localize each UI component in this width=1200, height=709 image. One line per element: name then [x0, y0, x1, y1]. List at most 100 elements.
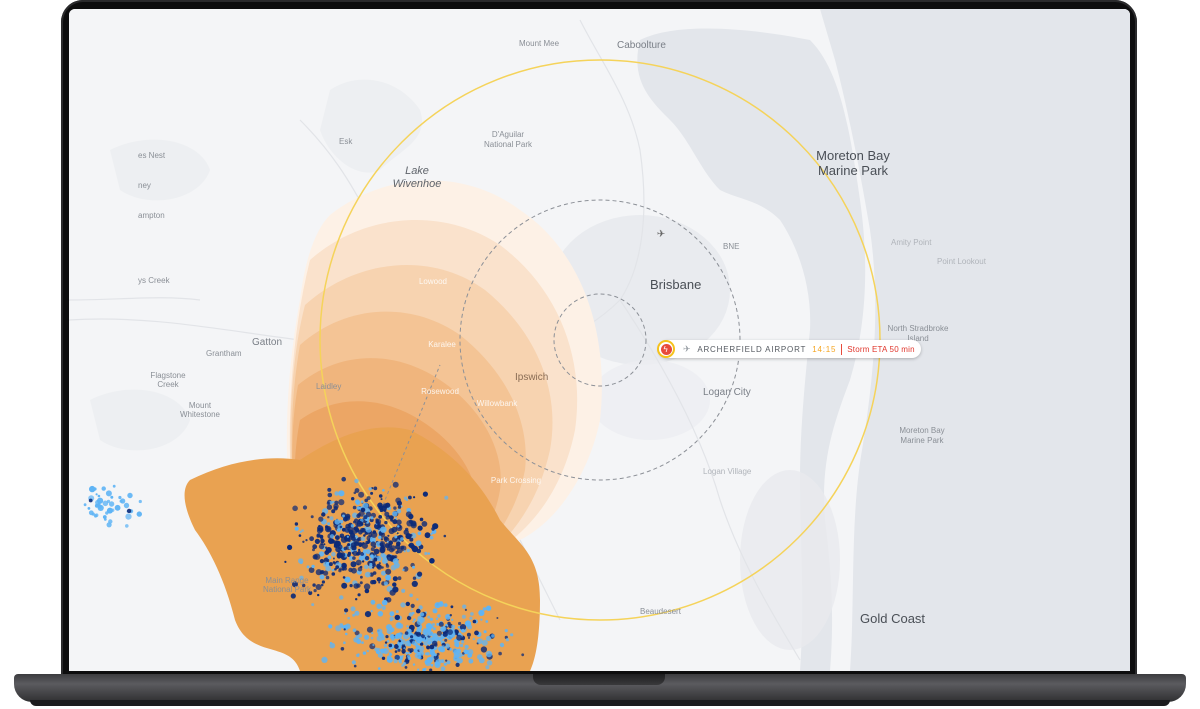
lightning-strike [447, 629, 453, 635]
map-canvas[interactable] [69, 9, 1130, 671]
lightning-strike [390, 518, 393, 522]
lightning-strike [470, 612, 474, 616]
lightning-strike [370, 554, 374, 559]
lightning-strike [424, 532, 431, 539]
lightning-strike [432, 608, 438, 614]
airport-alert-callout[interactable]: ϟ ✈ ARCHERFIELD AIRPORT 14:15 Storm ETA … [657, 340, 921, 358]
lightning-strike [91, 512, 95, 516]
lightning-strike [485, 605, 492, 611]
lightning-strike [325, 546, 328, 549]
lightning-strike [350, 606, 356, 612]
lightning-strike [411, 580, 418, 588]
lightning-strike [353, 538, 360, 545]
lightning-strike [464, 608, 467, 612]
lightning-strike [325, 575, 330, 580]
place-mount-whitestone: Mount Whitestone [179, 401, 221, 419]
lightning-strike [347, 543, 351, 547]
lightning-strike [372, 566, 375, 569]
lightning-strike [468, 658, 474, 664]
lightning-strike [110, 495, 114, 499]
lightning-strike [435, 617, 439, 621]
place-ney: ney [138, 181, 151, 190]
lightning-strike [478, 609, 485, 617]
lightning-strike [378, 667, 381, 670]
lightning-strike [397, 505, 402, 509]
lightning-strike [411, 611, 415, 615]
lightning-strike [439, 601, 443, 605]
lightning-strike [483, 630, 487, 634]
lightning-strike [445, 659, 448, 662]
lightning-strike [384, 520, 388, 525]
lightning-strike [326, 504, 333, 510]
lightning-strike [348, 567, 353, 573]
lightning-strike [317, 593, 320, 597]
lightning-strike [401, 588, 406, 593]
lightning-strike [392, 558, 399, 565]
place-amity-point: Amity Point [891, 238, 932, 247]
place-bne: BNE [723, 242, 740, 251]
lightning-strike [424, 667, 427, 671]
lightning-strike [329, 516, 334, 521]
lightning-strike [373, 545, 376, 549]
lightning-strike [467, 649, 474, 656]
lightning-strike [430, 636, 435, 641]
lightning-strike [447, 621, 451, 626]
lightning-strike [480, 618, 483, 621]
lightning-strike [407, 656, 411, 660]
storm-badge[interactable]: ϟ [657, 340, 675, 358]
lightning-strike [390, 545, 396, 551]
lightning-strike [491, 634, 495, 638]
lightning-strike [360, 500, 364, 504]
lightning-strike [356, 552, 360, 556]
laptop-foot [30, 700, 1170, 706]
plane-icon: ✈ [683, 343, 692, 354]
lightning-strike [341, 476, 347, 482]
lightning-strike [356, 520, 363, 527]
lightning-strike [342, 514, 345, 518]
lightning-strike [398, 646, 401, 649]
lightning-strike [323, 570, 329, 576]
lightning-strike [472, 637, 476, 641]
lightning-strike [416, 548, 422, 554]
lightning-strike [400, 537, 404, 541]
lightning-strike [404, 640, 411, 647]
lightning-strike [341, 527, 346, 532]
lightning-strike [292, 505, 298, 512]
lightning-strike [386, 624, 392, 631]
lightning-strike [430, 532, 433, 535]
lightning-strike [402, 568, 405, 572]
lightning-strike [332, 557, 335, 560]
lightning-strike [415, 540, 422, 547]
lightning-strike [443, 534, 447, 538]
lightning-strike [376, 563, 381, 569]
lightning-strike [332, 539, 336, 544]
lightning-strike [437, 614, 441, 618]
lightning-strike [405, 651, 409, 655]
storm-eta: Storm ETA 50 min [847, 344, 915, 354]
plane-icon[interactable]: ✈ [657, 229, 665, 240]
map-view[interactable]: Mount Mee Caboolture Esk D'Aguilar Nation… [69, 9, 1130, 671]
lightning-strike [125, 513, 132, 520]
lightning-strike [299, 560, 303, 565]
lightning-strike [364, 634, 370, 640]
lightning-strike [485, 635, 492, 642]
place-mount-mee: Mount Mee [519, 39, 560, 48]
lightning-strike [373, 557, 378, 562]
lightning-strike [453, 652, 460, 659]
lightning-strike [318, 524, 321, 528]
lightning-strike [450, 605, 454, 609]
lightning-strike [449, 647, 453, 651]
lightning-strike [434, 661, 440, 666]
place-logan-village: Logan Village [703, 467, 752, 476]
lightning-strike [392, 582, 397, 587]
place-point-lookout: Point Lookout [937, 257, 986, 266]
lightning-strike [355, 500, 361, 506]
lightning-strike [429, 535, 434, 540]
lightning-strike [455, 662, 460, 668]
lightning-strike [339, 595, 344, 600]
lightning-strike [460, 643, 464, 648]
lightning-strike [360, 507, 366, 513]
lightning-strike [363, 534, 366, 537]
lightning-strike [388, 540, 394, 545]
lightning-strike [339, 525, 343, 529]
